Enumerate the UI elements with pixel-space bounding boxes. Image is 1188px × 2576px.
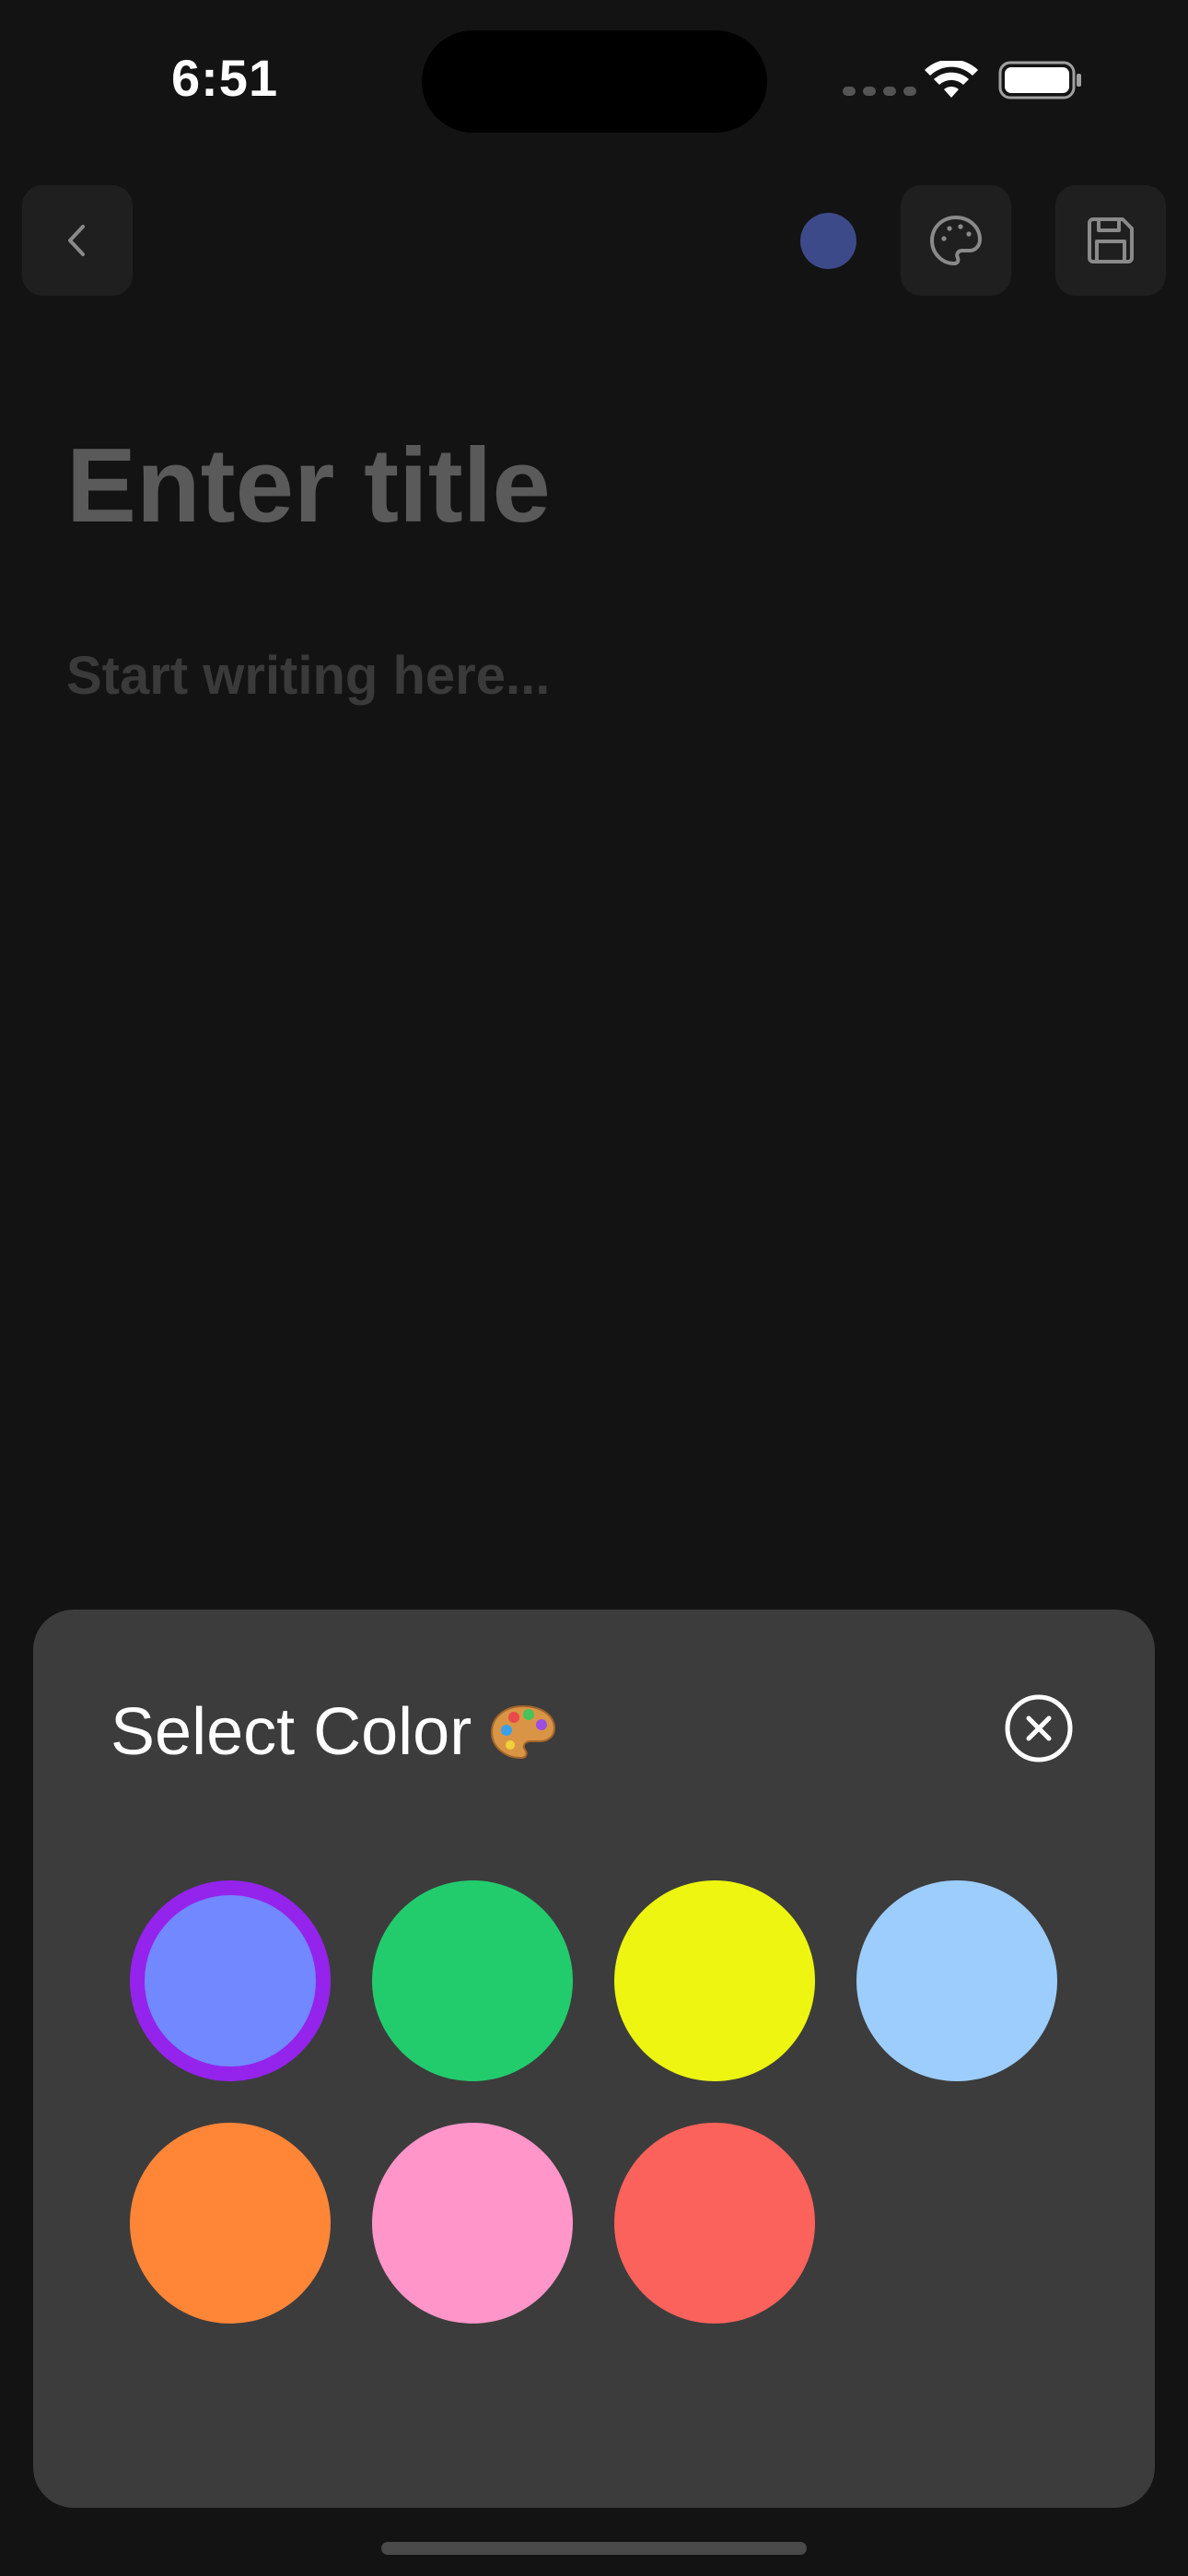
current-color-indicator: [800, 213, 856, 269]
chevron-left-icon: [68, 225, 85, 256]
home-indicator: [381, 2542, 807, 2555]
color-swatch[interactable]: [614, 2123, 815, 2324]
sheet-title-label: Select Color: [111, 1695, 472, 1769]
dynamic-island: [422, 30, 767, 133]
save-icon: [1088, 217, 1134, 263]
color-picker-sheet: Select Color: [33, 1610, 1155, 2508]
note-editor-screen: 6:51 Enter title Start writing here... S…: [0, 0, 1188, 2576]
title-input[interactable]: [66, 426, 1125, 546]
sheet-title: Select Color: [111, 1694, 558, 1770]
color-swatch[interactable]: [130, 2123, 331, 2324]
color-swatch[interactable]: [372, 1880, 573, 2081]
palette-icon: [930, 216, 982, 265]
save-button[interactable]: [1055, 185, 1166, 296]
battery-icon: [998, 61, 1081, 100]
palette-button[interactable]: [901, 185, 1011, 296]
wifi-icon: [925, 61, 978, 98]
close-circle-icon[interactable]: [1004, 1693, 1074, 1763]
color-swatch[interactable]: [130, 1880, 331, 2081]
status-time: 6:51: [171, 49, 279, 107]
back-button[interactable]: [22, 185, 133, 296]
palette-emoji-icon: [491, 1704, 556, 1760]
body-textarea[interactable]: [66, 645, 1125, 1474]
color-swatch[interactable]: [372, 2123, 573, 2324]
cellular-signal-icon: [843, 87, 916, 96]
color-swatch[interactable]: [614, 1880, 815, 2081]
color-swatch[interactable]: [856, 1880, 1057, 2081]
